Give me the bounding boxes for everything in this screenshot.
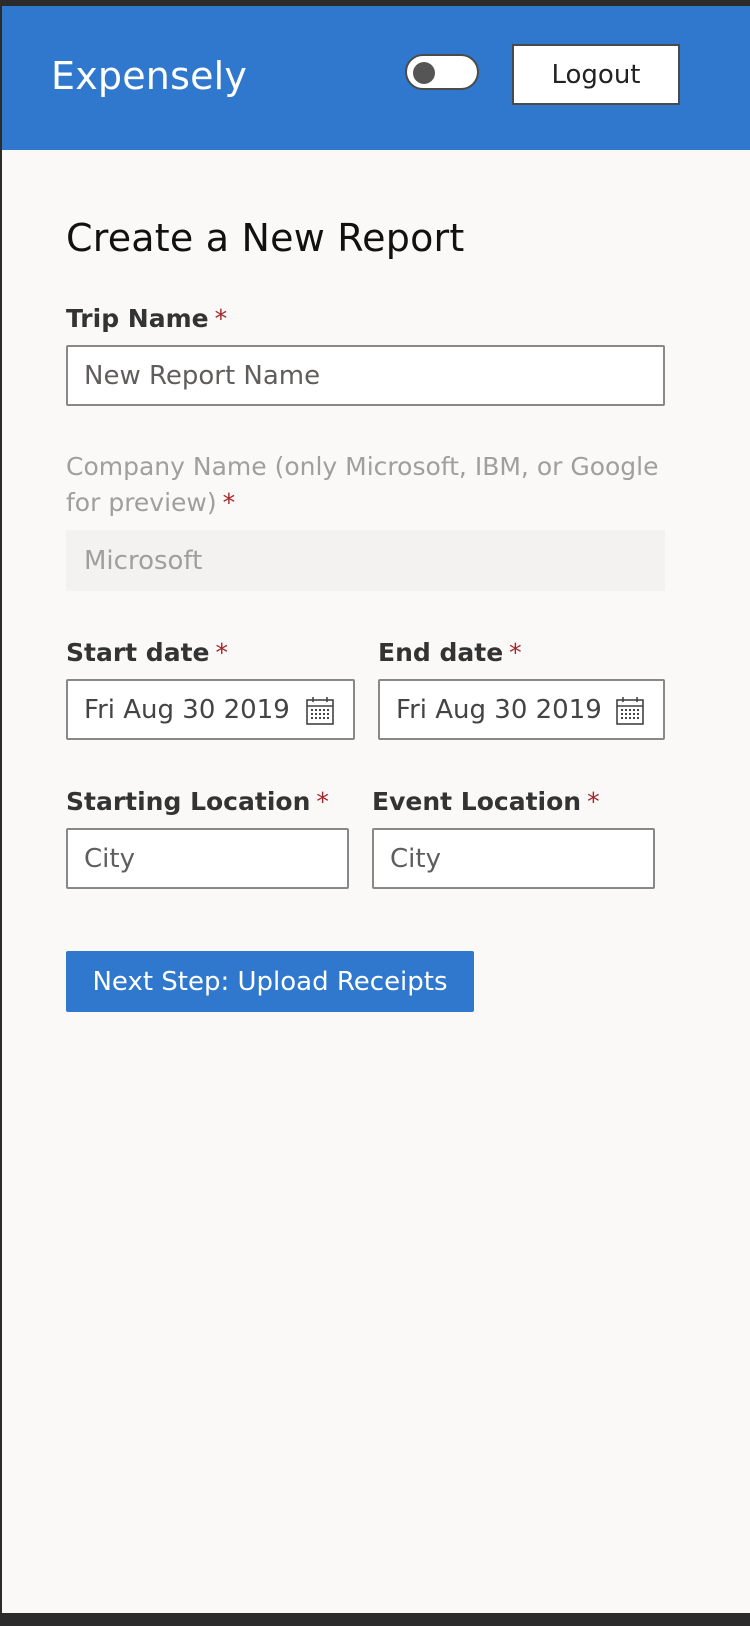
company-name-value: Microsoft	[84, 545, 203, 576]
page-title: Create a New Report	[66, 216, 465, 260]
next-step-button[interactable]: Next Step: Upload Receipts	[66, 951, 474, 1012]
app-window: Expensely Logout Create a New Report Tri…	[2, 6, 750, 1613]
trip-name-label: Trip Name *	[66, 304, 227, 333]
required-marker: *	[215, 638, 228, 667]
starting-location-input[interactable]: City	[66, 828, 349, 889]
end-date-value: Fri Aug 30 2019	[396, 694, 602, 725]
event-location-input[interactable]: City	[372, 828, 655, 889]
start-date-label-text: Start date	[66, 638, 210, 667]
starting-location-label-text: Starting Location	[66, 787, 311, 816]
trip-name-label-text: Trip Name	[66, 304, 209, 333]
toggle-knob	[413, 62, 435, 84]
required-marker: *	[316, 787, 329, 816]
start-date-picker[interactable]: Fri Aug 30 2019	[66, 679, 355, 740]
required-marker: *	[222, 488, 236, 517]
required-marker: *	[587, 787, 600, 816]
start-date-label: Start date *	[66, 638, 228, 667]
event-location-label: Event Location *	[372, 787, 600, 816]
end-date-picker[interactable]: Fri Aug 30 2019	[378, 679, 665, 740]
starting-location-placeholder: City	[84, 843, 135, 874]
app-header: Expensely Logout	[2, 6, 750, 150]
trip-name-input[interactable]: New Report Name	[66, 345, 665, 406]
start-date-value: Fri Aug 30 2019	[84, 694, 290, 725]
end-date-label: End date *	[378, 638, 522, 667]
end-date-label-text: End date	[378, 638, 504, 667]
company-name-label-text: Company Name (only Microsoft, IBM, or Go…	[66, 452, 659, 517]
brand-title: Expensely	[51, 54, 248, 98]
required-marker: *	[509, 638, 522, 667]
calendar-icon[interactable]	[615, 696, 645, 726]
required-marker: *	[214, 304, 228, 333]
starting-location-label: Starting Location *	[66, 787, 329, 816]
theme-toggle[interactable]	[405, 54, 479, 90]
company-name-label: Company Name (only Microsoft, IBM, or Go…	[66, 449, 676, 521]
logout-button[interactable]: Logout	[512, 44, 680, 105]
event-location-label-text: Event Location	[372, 787, 582, 816]
calendar-icon[interactable]	[305, 696, 335, 726]
event-location-placeholder: City	[390, 843, 441, 874]
device-bottom-frame	[0, 1613, 750, 1626]
trip-name-placeholder: New Report Name	[84, 360, 321, 391]
company-name-field: Microsoft	[66, 530, 665, 591]
